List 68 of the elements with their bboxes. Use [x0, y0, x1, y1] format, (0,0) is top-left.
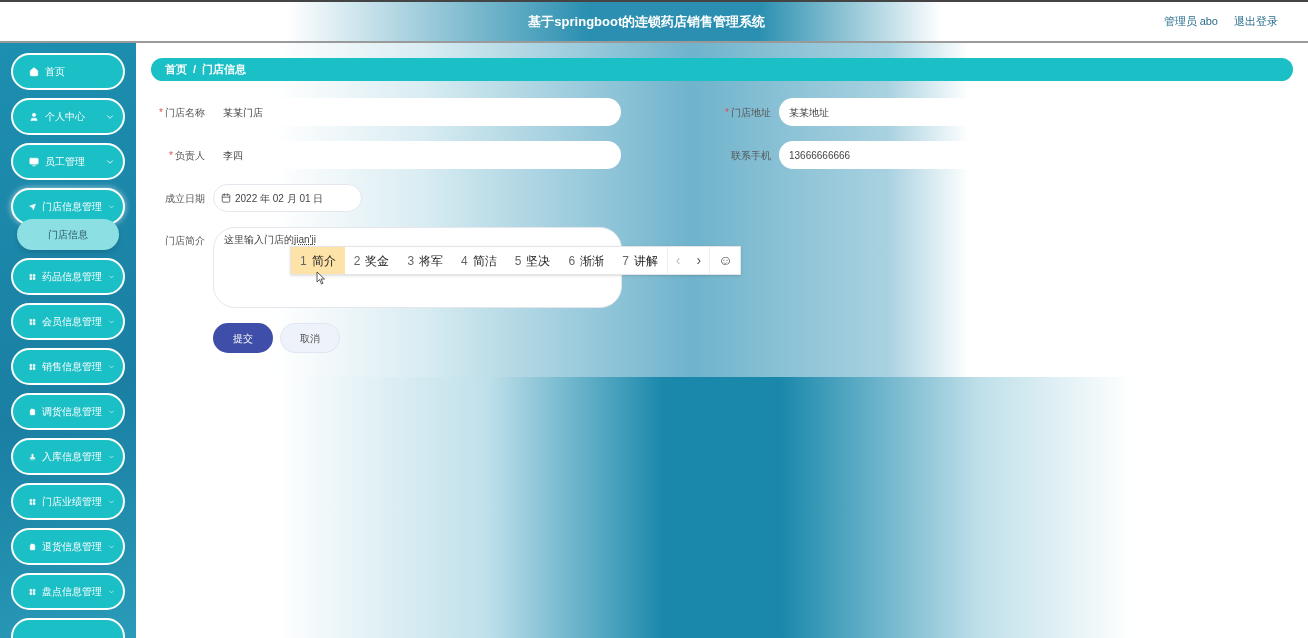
required-mark: *: [159, 105, 163, 120]
sidebar-label: 首页: [45, 65, 66, 79]
grid-icon: [29, 271, 36, 282]
cancel-button[interactable]: 取消: [280, 323, 340, 353]
logout-link[interactable]: 退出登录: [1234, 13, 1278, 30]
date-value: 2022 年 02 月 01 日: [235, 191, 324, 206]
monitor-icon: [29, 156, 39, 167]
candidate-word: 简介: [311, 252, 336, 270]
textarea-text: 这里输入门店的: [224, 234, 294, 245]
field-label: 门店名称: [165, 105, 205, 120]
candidate-word: 渐渐: [580, 252, 605, 270]
ime-candidate[interactable]: 4 简洁: [452, 247, 506, 274]
grid-icon: [29, 496, 36, 507]
clipboard-check-icon: [29, 406, 36, 417]
grid-icon: [29, 361, 36, 372]
sidebar-label: 退货信息管理: [42, 540, 102, 554]
grid-icon: [29, 586, 36, 597]
sidebar-label: 药品信息管理: [42, 270, 102, 284]
next-page-button[interactable]: ›: [688, 247, 710, 274]
candidate-number: 6: [568, 252, 576, 270]
candidate-word: 坚决: [526, 252, 551, 270]
home-icon: [29, 66, 39, 77]
clipboard-icon: [29, 541, 36, 552]
ime-candidate[interactable]: 6 渐渐: [559, 247, 614, 274]
sidebar-label: 个人中心: [45, 110, 86, 124]
candidate-number: 2: [353, 252, 361, 270]
candidate-word: 将军: [419, 252, 444, 270]
candidate-number: 1: [300, 252, 307, 270]
app-title: 基于springboot的连锁药店销售管理系统: [528, 12, 766, 31]
sidebar-label: 门店信息管理: [42, 200, 102, 214]
sidebar-label: 员工管理: [45, 155, 86, 169]
ime-candidate[interactable]: 5 坚决: [505, 247, 560, 274]
field-label: 成立日期: [165, 191, 205, 206]
candidate-number: 3: [407, 252, 415, 270]
candidate-word: 奖金: [365, 252, 390, 270]
submenu-item[interactable]: 门店信息: [17, 219, 119, 250]
required-mark: *: [169, 148, 173, 163]
field-label: 负责人: [175, 148, 205, 163]
candidate-number: 4: [461, 252, 468, 270]
composing-text: jian'ji: [294, 234, 316, 245]
sidebar-label: 会员信息管理: [42, 315, 102, 329]
sidebar-label: 盘点信息管理: [42, 585, 102, 599]
candidate-word: 简洁: [472, 252, 497, 270]
field-label: 门店简介: [165, 234, 205, 248]
user-icon: [29, 111, 39, 122]
submit-button[interactable]: 提交: [213, 323, 273, 353]
emoji-button[interactable]: ☺: [709, 247, 741, 274]
grid-icon: [29, 316, 36, 327]
candidate-word: 讲解: [633, 252, 658, 270]
sidebar-label: 入库信息管理: [42, 450, 102, 464]
ime-candidate[interactable]: 1 简介: [291, 247, 345, 274]
ime-candidate[interactable]: 2 奖金: [344, 247, 399, 274]
user-name: 管理员 abo: [1163, 14, 1218, 30]
field-label: 联系手机: [731, 148, 771, 163]
stamp-icon: [29, 451, 36, 462]
required-mark: *: [725, 105, 729, 120]
field-label: 门店地址: [731, 105, 771, 120]
candidate-number: 5: [514, 252, 522, 270]
calendar-icon: [221, 193, 231, 203]
send-icon: [29, 201, 36, 212]
sidebar-label: 门店业绩管理: [42, 495, 102, 509]
sidebar-label: 调货信息管理: [42, 405, 102, 419]
breadcrumb-separator: /: [193, 62, 197, 78]
date-field[interactable]: 2022 年 02 月 01 日: [213, 184, 362, 212]
ime-candidate[interactable]: 3 将军: [398, 247, 453, 274]
sidebar-label: 销售信息管理: [42, 360, 102, 374]
candidate-number: 7: [622, 252, 629, 270]
ime-candidate[interactable]: 7 讲解: [613, 247, 667, 274]
